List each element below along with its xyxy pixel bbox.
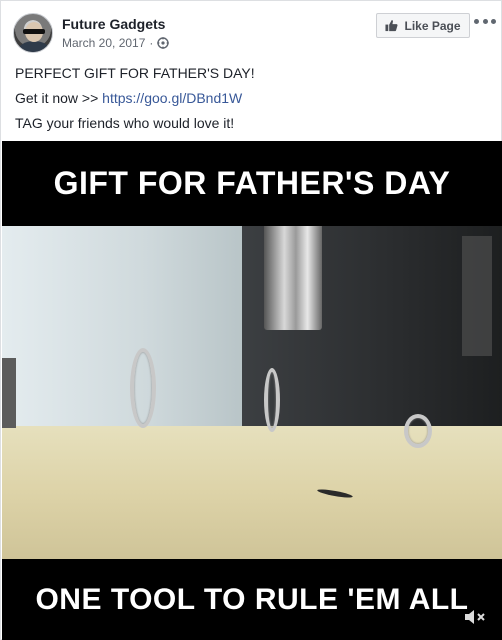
post-card: Future Gadgets March 20, 2017 · Like Pag… (0, 0, 502, 640)
video-player[interactable]: GIFT FOR FATHER'S DAY ONE TOOL TO RULE '… (2, 141, 502, 640)
post-link[interactable]: https://goo.gl/DBnd1W (102, 90, 242, 106)
thumb-icon (385, 20, 399, 32)
post-text-line-1: PERFECT GIFT FOR FATHER'S DAY! (15, 65, 255, 81)
more-icon (474, 18, 479, 24)
press-cylinder (264, 226, 322, 330)
mute-icon[interactable] (464, 607, 488, 627)
post-header: Future Gadgets March 20, 2017 · Like Pag… (1, 1, 501, 61)
meta-separator: · (149, 36, 154, 50)
more-options-button[interactable] (474, 13, 496, 29)
page-avatar[interactable] (13, 13, 53, 53)
video-caption-bottom: ONE TOOL TO RULE 'EM ALL (2, 559, 502, 640)
video-caption-top: GIFT FOR FATHER'S DAY (2, 141, 502, 226)
video-frame (2, 226, 502, 559)
post-text-line-2: Get it now >> https://goo.gl/DBnd1W (15, 90, 242, 106)
globe-icon[interactable] (157, 37, 170, 49)
metal-ring (130, 348, 156, 428)
post-text-prefix: Get it now >> (15, 90, 103, 106)
metal-ring (404, 414, 432, 448)
post-meta: March 20, 2017 · (62, 36, 170, 50)
page-name-link[interactable]: Future Gadgets (62, 16, 165, 32)
metal-ring (264, 368, 280, 432)
post-date[interactable]: March 20, 2017 (62, 36, 145, 50)
like-page-button[interactable]: Like Page (376, 13, 470, 38)
like-page-label: Like Page (404, 18, 461, 33)
post-text-line-3: TAG your friends who would love it! (15, 115, 235, 131)
